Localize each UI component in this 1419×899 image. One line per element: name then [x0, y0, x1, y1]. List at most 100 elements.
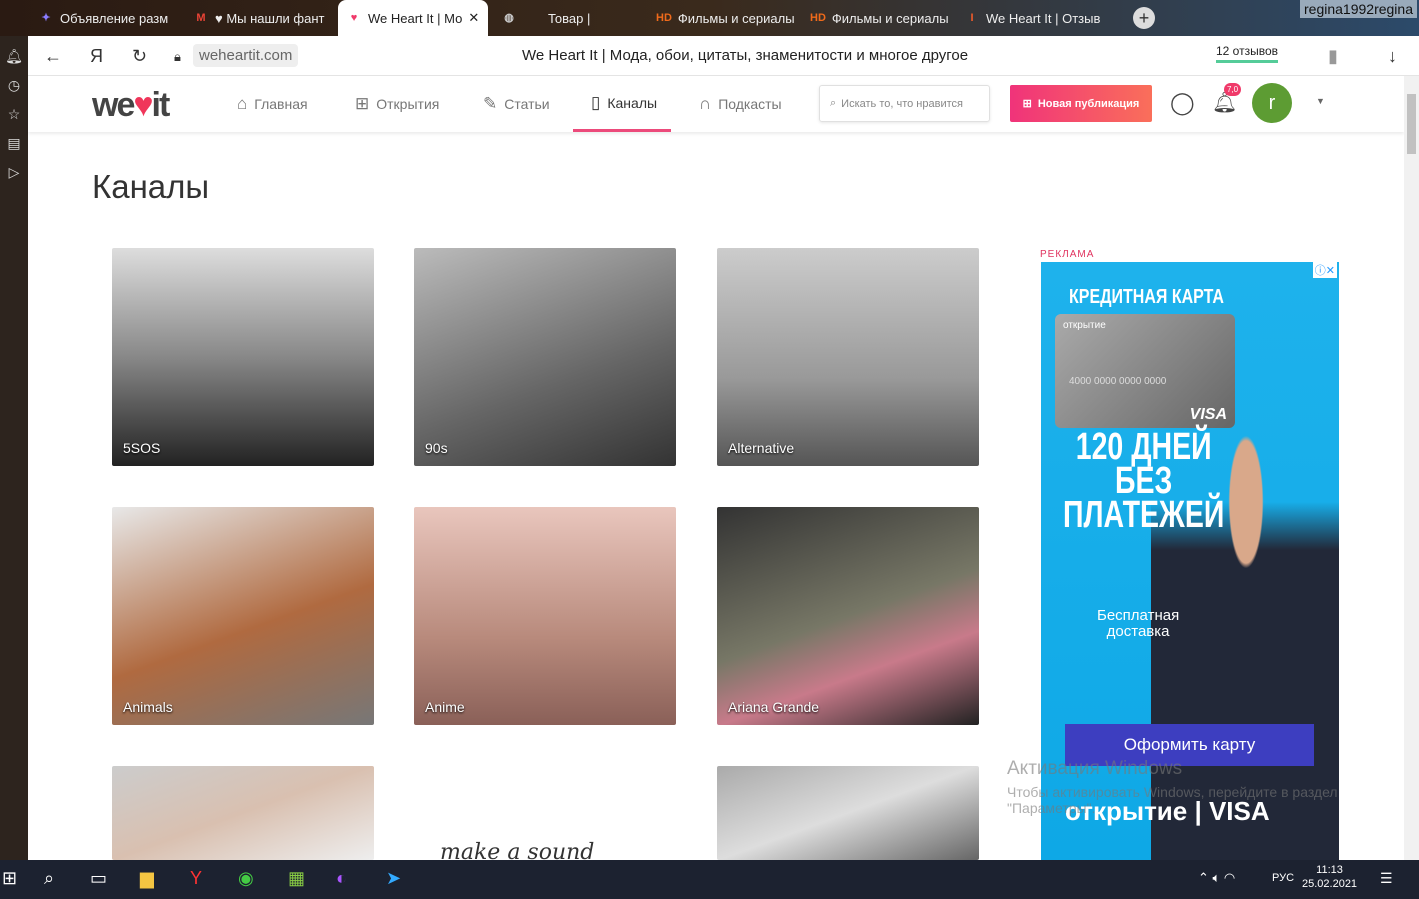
spreadsheet-icon[interactable]: ▦ — [288, 868, 305, 889]
ad-heading: КРЕДИТНАЯ КАРТА — [1069, 286, 1224, 308]
browser-tab-bar: ✦ Объявление разм M ♥ Мы нашли фант ♥ We Hear… — [0, 0, 1419, 36]
back-icon[interactable]: ← — [44, 46, 62, 67]
browser-tab[interactable]: HD Фильмы и сериалы — [648, 0, 798, 36]
ad-delivery-text: Бесплатная доставка — [1097, 607, 1180, 640]
channel-card[interactable]: Alternative — [717, 248, 979, 466]
card-brand: открытие — [1063, 320, 1106, 331]
page-title-text: We Heart It | Мода, обои, цитаты, знамен… — [522, 47, 969, 64]
tab-label: We Heart It | Отзыв — [986, 10, 1101, 26]
channel-card[interactable]: Ariana Grande — [717, 507, 979, 725]
tab-label: Товар | — [548, 10, 591, 26]
headphones-icon: ∩ — [699, 94, 712, 113]
channel-label: 5SOS — [123, 440, 161, 456]
new-post-button[interactable]: ⊞ Новая публикация — [1010, 85, 1152, 122]
telegram-icon[interactable]: ➤ — [386, 868, 401, 889]
nav-pen[interactable]: ✎ Статьи — [483, 76, 550, 132]
channel-card[interactable] — [717, 766, 979, 860]
channel-label: Animals — [123, 699, 173, 715]
browser-tab[interactable]: HD Фильмы и сериалы — [802, 0, 952, 36]
reviews-button[interactable]: 12 отзывов — [1216, 44, 1279, 63]
avatar[interactable]: r — [1252, 83, 1292, 123]
reload-icon[interactable]: ↻ — [132, 46, 147, 67]
grid-icon: ⊞ — [355, 94, 370, 113]
chrome-icon[interactable]: ◉ — [238, 868, 254, 889]
weheartit-logo[interactable]: we♥it — [92, 86, 170, 125]
tray-icons[interactable]: ⌃ 🔈︎ ◠ — [1198, 870, 1235, 886]
home-icon: ⌂ — [237, 94, 248, 113]
channel-label: Alternative — [728, 440, 795, 456]
podcast-icon[interactable]: ◐ — [336, 868, 347, 889]
search-input[interactable]: ⌕ Искать то, что нравится — [819, 85, 990, 122]
nav-label: Подкасты — [718, 96, 782, 112]
nav-label: Статьи — [504, 96, 550, 112]
browser-tab[interactable]: I We Heart It | Отзыв — [956, 0, 1116, 36]
ad-big-text: 120 ДНЕЙ БЕЗ ПЛАТЕЖЕЙ — [1063, 426, 1225, 536]
heart-icon: ♥ — [350, 12, 358, 24]
plus-square-icon: ⊞ — [1022, 98, 1032, 110]
nav-label: Каналы — [607, 94, 658, 111]
channel-card[interactable] — [112, 766, 374, 860]
yandex-browser-icon[interactable]: Y — [190, 868, 202, 889]
bookmark-icon[interactable]: ▮ — [1328, 46, 1338, 67]
lock-icon: 🔒︎ — [174, 49, 181, 64]
bell-icon[interactable]: 🔔︎ — [0, 48, 28, 65]
ad-credit-card-image: открытие 4000 0000 0000 0000 VISA — [1055, 314, 1235, 428]
tab-label: Фильмы и сериалы — [677, 10, 795, 26]
globe-icon: ◍ — [504, 12, 514, 24]
browser-tab[interactable]: ♥ We Heart It | Мо ✕ — [338, 0, 488, 36]
clock[interactable]: 11:13 25.02.2021 — [1302, 863, 1357, 891]
browser-tab[interactable]: ✦ Объявление разм — [30, 0, 180, 36]
star-icon[interactable]: ☆ — [0, 106, 28, 123]
channel-card[interactable]: Animals — [112, 507, 374, 725]
nav-label: Открытия — [376, 96, 440, 112]
nav-grid[interactable]: ⊞ Открытия — [355, 76, 439, 132]
search-icon[interactable]: ⌕ — [44, 868, 54, 889]
channel-label: Anime — [425, 699, 465, 715]
tab-label: Объявление разм — [60, 10, 169, 26]
browser-tab[interactable]: M ♥ Мы нашли фант — [185, 0, 335, 36]
channel-card[interactable]: 90s — [414, 248, 676, 466]
play-icon[interactable]: ▷ — [0, 164, 28, 181]
url-field[interactable]: weheartit.com — [193, 44, 299, 67]
scrollbar-thumb[interactable] — [1407, 94, 1416, 154]
history-icon[interactable]: ◷ — [0, 77, 28, 94]
nav-home[interactable]: ⌂ Главная — [237, 76, 308, 132]
language-indicator[interactable]: РУС — [1272, 872, 1294, 884]
yandex-icon[interactable]: Я — [90, 46, 103, 67]
gmail-icon: M — [196, 12, 206, 24]
page-scrollbar[interactable] — [1404, 76, 1419, 860]
file-explorer-icon[interactable]: ▆ — [140, 868, 154, 889]
browser-sidebar: 🔔︎ ◷ ☆ ▤ ▷ — [0, 36, 28, 860]
chevron-down-icon[interactable]: ▼ — [1316, 96, 1325, 106]
task-view-icon[interactable]: ▭ — [90, 868, 107, 889]
start-icon[interactable]: ⊞ — [2, 868, 17, 889]
messages-icon[interactable]: ◯ — [1170, 90, 1195, 116]
download-icon[interactable]: ↓ — [1388, 46, 1397, 67]
channel-card[interactable]: Anime — [414, 507, 676, 725]
card-number: 4000 0000 0000 0000 — [1069, 376, 1167, 387]
site-header: we♥it ⌂ Главная ⊞ Открытия ✎ Статьи ▯ Каналы ∩ По… — [28, 76, 1404, 132]
browser-tab[interactable]: Товар | — [540, 0, 640, 36]
collections-icon[interactable]: ▤ — [0, 135, 28, 152]
browser-tab[interactable]: ◍ — [493, 0, 533, 36]
nav-headphones[interactable]: ∩ Подкасты — [699, 76, 782, 132]
address-bar: ← Я ↻ 🔒︎ weheartit.com We Heart It | Мод… — [28, 36, 1419, 76]
hd-icon: HD — [810, 12, 826, 24]
windows-activation-watermark: Активация Windows Чтобы активировать Wind… — [1007, 758, 1338, 816]
channel-label: make a sound — [440, 840, 595, 860]
hd-icon: HD — [656, 12, 672, 24]
tab-label: Фильмы и сериалы — [831, 10, 949, 26]
nav-channels[interactable]: ▯ Каналы — [573, 76, 672, 132]
new-tab-button[interactable]: + — [1125, 0, 1163, 36]
close-tab-icon[interactable]: ✕ — [468, 10, 479, 26]
search-placeholder: Искать то, что нравится — [841, 97, 963, 110]
nav-label: Главная — [254, 96, 308, 112]
channels-icon: ▯ — [591, 92, 601, 112]
channel-card[interactable]: 5SOS — [112, 248, 374, 466]
ad-label: РЕКЛАМА — [1040, 249, 1095, 260]
channel-card[interactable]: make a sound — [414, 766, 676, 860]
irecommend-icon: I — [970, 12, 974, 24]
notification-center-icon[interactable]: ☰ — [1380, 870, 1393, 887]
search-icon: ⌕ — [830, 97, 837, 109]
ad-close-icon[interactable]: ⓘ✕ — [1312, 262, 1337, 278]
